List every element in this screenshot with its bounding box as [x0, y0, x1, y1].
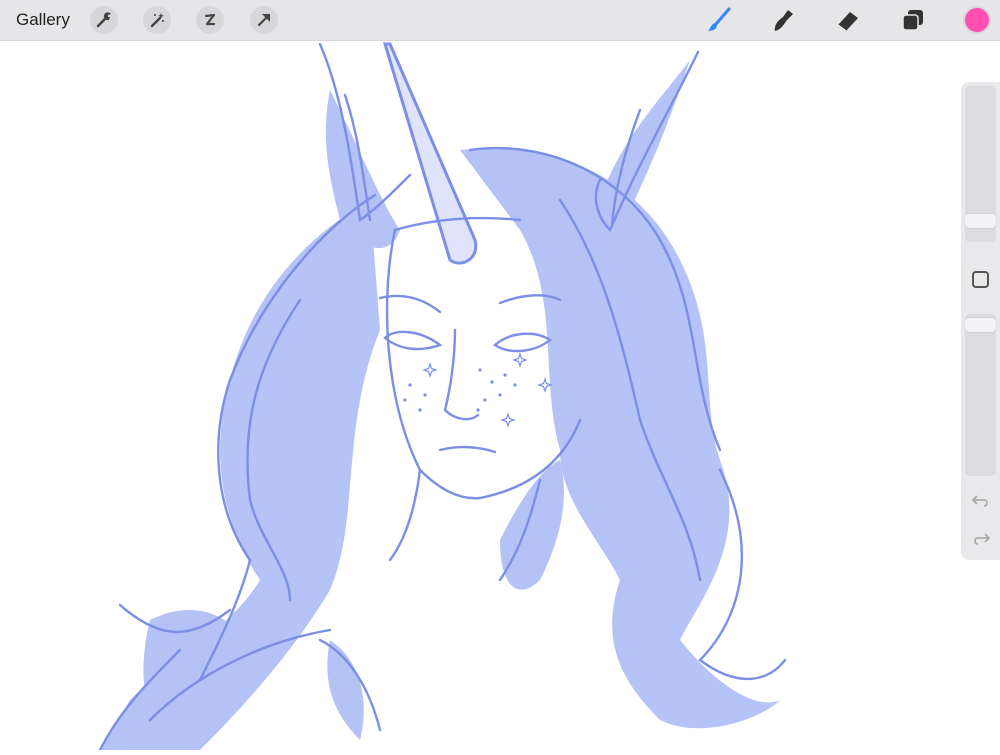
sketch-artwork	[98, 42, 787, 752]
modify-square-icon[interactable]	[972, 271, 989, 288]
smudge-icon[interactable]	[768, 5, 798, 35]
redo-icon[interactable]	[971, 530, 991, 546]
brush-icon[interactable]	[704, 5, 734, 35]
opacity-thumb[interactable]	[965, 318, 996, 332]
drawing-canvas[interactable]	[0, 41, 1000, 752]
layers-icon[interactable]	[898, 5, 928, 35]
sidebar	[961, 82, 1000, 560]
selection-s-icon[interactable]	[196, 6, 224, 34]
magic-wand-icon[interactable]	[143, 6, 171, 34]
eraser-icon[interactable]	[833, 5, 863, 35]
top-toolbar: Gallery	[0, 0, 1000, 41]
wrench-icon[interactable]	[90, 6, 118, 34]
undo-icon[interactable]	[971, 492, 991, 508]
gallery-button[interactable]: Gallery	[16, 10, 70, 30]
color-picker-swatch[interactable]	[963, 6, 991, 34]
opacity-slider[interactable]	[965, 314, 996, 476]
brush-size-slider[interactable]	[965, 86, 996, 242]
brush-size-thumb[interactable]	[965, 214, 996, 228]
arrow-transform-icon[interactable]	[250, 6, 278, 34]
